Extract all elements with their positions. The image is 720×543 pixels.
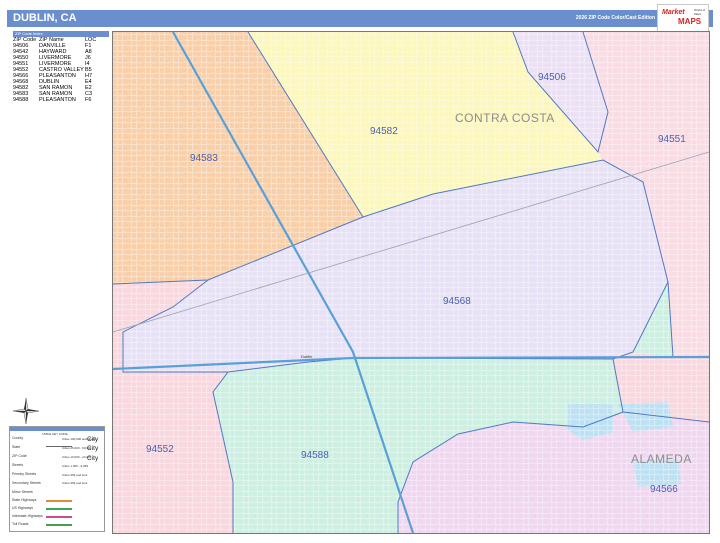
legend-sample-text: Cities 999 and less (62, 473, 88, 477)
zip-code-index: ZIP Code Index ZIP Code ZIP Name LOC 945… (13, 31, 109, 103)
legend-sample-text: Cities 1,000 - 9,999 (62, 464, 89, 468)
legend-line-state-highway (46, 500, 72, 502)
legend-line-us-highway (46, 508, 72, 510)
zip-label-94551: 94551 (658, 134, 686, 145)
legend-city-sample: City (87, 445, 99, 452)
zip-label-94552: 94552 (146, 444, 174, 455)
zip-code-map[interactable]: 94506 94582 94551 94583 94568 94552 9458… (112, 31, 710, 534)
zip-label-94566: 94566 (650, 484, 678, 495)
zip-label-94583: 94583 (190, 153, 218, 164)
city-label-dublin: Dublin (301, 354, 312, 359)
legend-line-state (46, 446, 72, 447)
legend-row-label: ZIP Code (12, 454, 27, 458)
legend-row-label: Minor Streets (12, 490, 33, 494)
street-network (113, 32, 709, 533)
legend-row-label: County (12, 436, 24, 440)
county-label-alameda: ALAMEDA (631, 452, 692, 466)
map-title: DUBLIN, CA (13, 12, 77, 24)
zip-index-cell: PLEASANTON (39, 97, 76, 103)
map-canvas[interactable]: 94506 94582 94551 94583 94568 94552 9458… (113, 32, 709, 533)
legend-row-label: Interstate Highways (12, 514, 43, 518)
zip-index-row: 94588 PLEASANTON F6 (13, 97, 109, 103)
map-header: DUBLIN, CA 2026 ZIP Code Color/Cast Edit… (7, 4, 713, 34)
zip-index-cell: F6 (85, 97, 92, 103)
legend-city-sample: City (87, 455, 99, 462)
zip-label-94506: 94506 (538, 72, 566, 83)
map-edition: 2026 ZIP Code Color/Cast Edition (575, 15, 655, 21)
map-legend: TABLE KEY CODE County State ZIP Code Str… (9, 426, 105, 532)
legend-city-sample: City (87, 436, 99, 443)
compass-rose-icon (12, 397, 40, 425)
zip-label-94568: 94568 (443, 296, 471, 307)
legend-caption-bar (10, 427, 104, 431)
logo-small-text: World of Maps (694, 8, 706, 16)
zip-label-94582: 94582 (370, 126, 398, 137)
logo-text-maps: MAPS (678, 17, 702, 26)
legend-row-label: State (12, 445, 21, 449)
legend-row-label: Primary Streets (12, 472, 37, 476)
county-label-contra-costa: CONTRA COSTA (455, 111, 555, 125)
publisher-logo: Market MAPS World of Maps (657, 4, 709, 34)
legend-row-label: Streets (12, 463, 24, 467)
legend-row-label: State Highways (12, 498, 37, 502)
legend-title: TABLE KEY CODE (42, 432, 68, 436)
legend-row-label: US Highways (12, 506, 34, 510)
legend-line-toll-road (46, 524, 72, 526)
zip-label-94588: 94588 (301, 450, 329, 461)
logo-text-market: Market (662, 9, 685, 16)
zip-index-cell: 94588 (13, 97, 29, 103)
legend-sample-text: Cities 999 and less (62, 481, 88, 485)
legend-row-label: Secondary Streets (12, 481, 41, 485)
legend-line-interstate (46, 516, 72, 518)
legend-row-label: Toll Roads (12, 522, 29, 526)
